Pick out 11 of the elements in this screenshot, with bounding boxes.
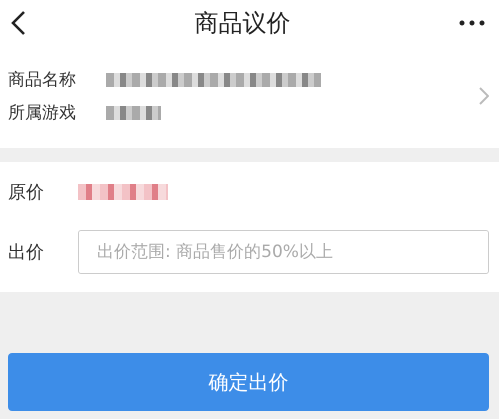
product-card[interactable]: 商品名称 所属游戏 xyxy=(0,48,499,144)
blurred-text xyxy=(106,106,161,120)
field-label: 商品名称 xyxy=(8,69,76,91)
chevron-right-icon xyxy=(479,87,489,105)
back-icon[interactable] xyxy=(10,10,26,36)
field-label: 所属游戏 xyxy=(8,102,76,124)
offer-input[interactable]: 出价范围: 商品售价的50%以上 xyxy=(78,230,489,274)
more-icon[interactable] xyxy=(459,20,485,26)
offer-label: 出价 xyxy=(8,241,44,264)
price-label: 原价 xyxy=(8,181,44,204)
page-title: 商品议价 xyxy=(194,8,290,39)
